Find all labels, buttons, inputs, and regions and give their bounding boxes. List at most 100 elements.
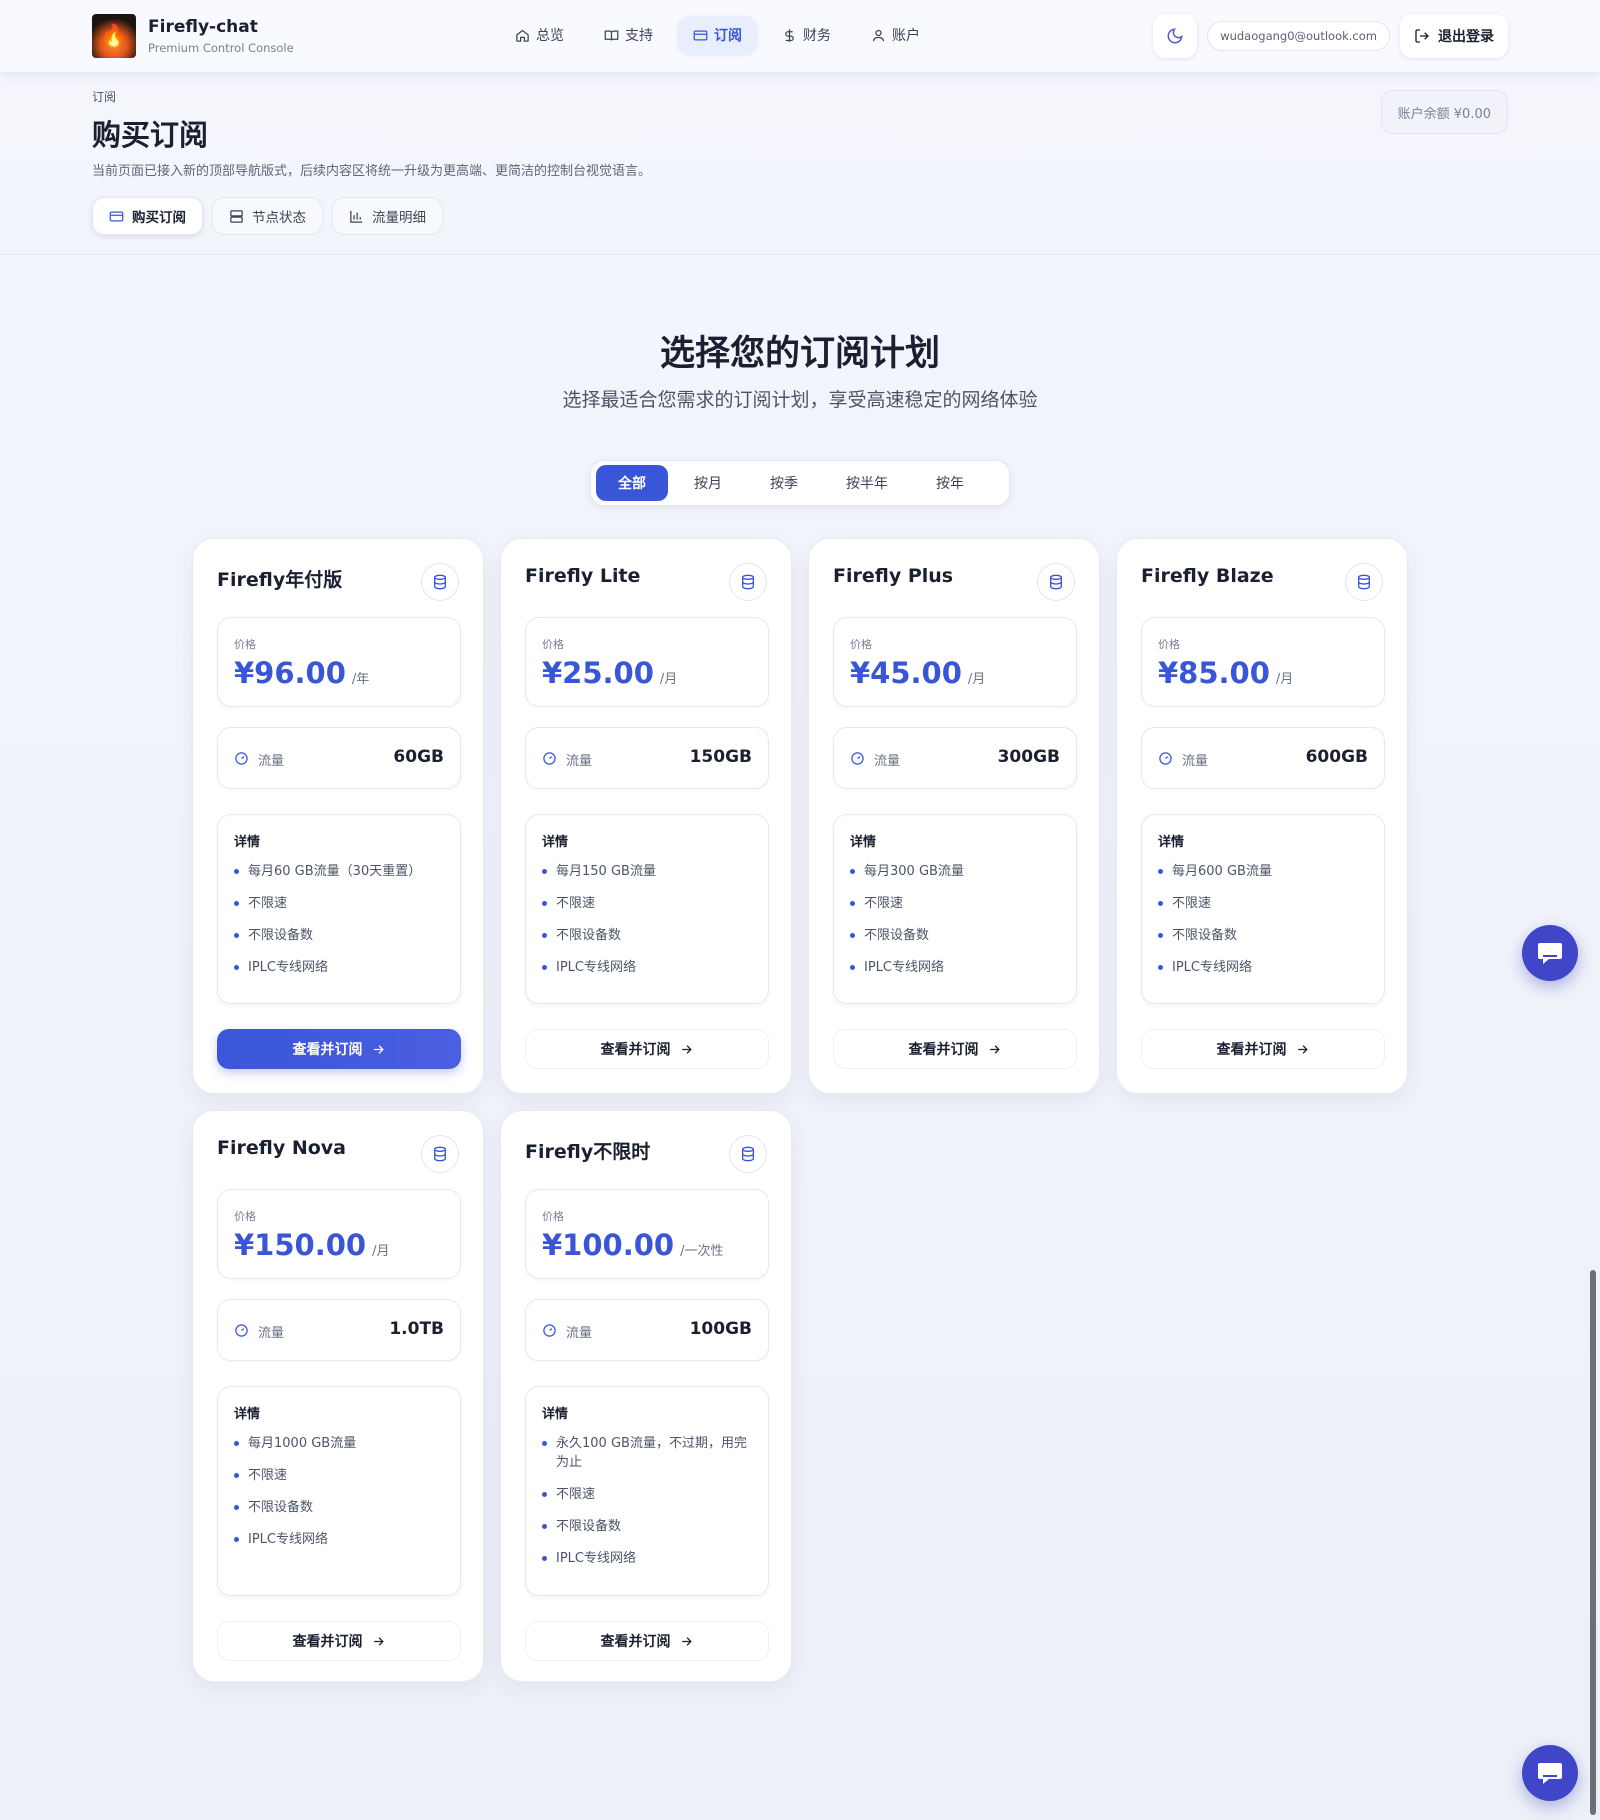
- traffic-box: 流量 300GB: [833, 727, 1077, 789]
- plan-feature-item: IPLC专线网络: [542, 958, 752, 977]
- subtab-label: 流量明细: [372, 210, 426, 226]
- account-balance: 账户余额 ¥0.00: [1380, 90, 1508, 134]
- page-scrollbar[interactable]: [1590, 1270, 1596, 1815]
- card-icon: [109, 211, 124, 221]
- details-title: 详情: [542, 835, 569, 850]
- dollar-icon: [785, 28, 794, 42]
- gauge-icon: [543, 1324, 556, 1337]
- plans-subtitle: 选择最适合您需求的订阅计划，享受高速稳定的网络体验: [562, 389, 1038, 411]
- plan-price-unit: /年: [351, 672, 370, 687]
- plan-card: Firefly年付版 价格 ¥96.00 /年 流量 60GB 详情 每月60 …: [192, 538, 484, 1094]
- period-tab-quarterly[interactable]: 按季: [748, 465, 820, 501]
- nav-item-label: 订阅: [714, 28, 742, 44]
- nav-item-subscription[interactable]: 订阅: [678, 16, 757, 54]
- nav-item-label: 财务: [803, 28, 831, 44]
- plan-details: 详情 每月1000 GB流量 不限速 不限设备数 IPLC专线网络: [217, 1386, 461, 1596]
- price-box: 价格 ¥45.00 /月: [833, 617, 1077, 707]
- view-subscribe-button[interactable]: 查看并订阅: [525, 1621, 769, 1661]
- plan-feature-item: 每月60 GB流量（30天重置）: [234, 862, 444, 881]
- arrow-right-icon: [1297, 1044, 1308, 1054]
- plan-traffic: 1.0TB: [389, 1319, 444, 1339]
- card-icon: [693, 30, 708, 40]
- view-subscribe-button[interactable]: 查看并订阅: [1141, 1029, 1385, 1069]
- view-subscribe-button[interactable]: 查看并订阅: [833, 1029, 1077, 1069]
- chat-button[interactable]: [1522, 925, 1578, 981]
- brand-subtitle: Premium Control Console: [148, 41, 294, 55]
- traffic-label: 流量: [874, 754, 901, 769]
- plan-details: 详情 每月150 GB流量 不限速不限设备数 IPLC专线网络: [525, 814, 769, 1004]
- gauge-icon: [851, 752, 864, 765]
- traffic-box: 流量 1.0TB: [217, 1299, 461, 1361]
- price-box: 价格 ¥96.00 /年: [217, 617, 461, 707]
- plan-price: ¥85.00: [1158, 656, 1270, 690]
- nav-item-support[interactable]: 支持: [589, 16, 668, 54]
- arrow-right-icon: [373, 1636, 384, 1646]
- cta-label: 查看并订阅: [292, 1042, 363, 1058]
- period-tab-half-year[interactable]: 按半年: [824, 465, 910, 501]
- subtab-traffic-detail[interactable]: 流量明细: [332, 197, 443, 235]
- plan-name: Firefly Plus: [833, 565, 954, 587]
- page-header: 订阅 购买订阅 当前页面已接入新的顶部导航版式，后续内容区将统一升级为更高端、更…: [0, 72, 1600, 255]
- plan-name: Firefly不限时: [525, 1141, 651, 1163]
- plan-price: ¥150.00: [234, 1228, 367, 1262]
- plan-card: Firefly Nova 价格 ¥150.00 /月 流量 1.0TB 详情 每…: [192, 1110, 484, 1682]
- traffic-box: 流量 100GB: [525, 1299, 769, 1361]
- view-subscribe-button[interactable]: 查看并订阅: [217, 1029, 461, 1069]
- plan-details: 详情 每月60 GB流量（30天重置） 不限速 不限设备数 IPLC专线网络: [217, 814, 461, 1004]
- plan-feature-item: IPLC专线网络: [850, 958, 1060, 977]
- brand[interactable]: 🔥 Firefly-chat Premium Control Console: [92, 14, 294, 58]
- top-right-actions: wudaogang0@outlook.com 退出登录: [1153, 14, 1508, 58]
- traffic-label: 流量: [1182, 754, 1209, 769]
- theme-toggle-button[interactable]: [1153, 14, 1198, 58]
- period-tab-yearly[interactable]: 按年: [914, 465, 986, 501]
- view-subscribe-button[interactable]: 查看并订阅: [525, 1029, 769, 1069]
- traffic-box: 流量 60GB: [217, 727, 461, 789]
- subtab-buy[interactable]: 购买订阅: [92, 197, 203, 235]
- logout-label: 退出登录: [1438, 29, 1494, 45]
- plan-details: 详情 每月300 GB流量 不限速 不限设备数 IPLC专线网络: [833, 814, 1077, 1004]
- plan-name: Firefly Blaze: [1141, 565, 1274, 587]
- nav-item-label: 账户: [892, 28, 920, 44]
- nav-item-account[interactable]: 账户: [856, 16, 935, 54]
- plan-price-unit: /月: [659, 672, 678, 687]
- bar-chart-icon: [350, 210, 363, 223]
- gauge-icon: [235, 1324, 248, 1337]
- gauge-icon: [235, 752, 248, 765]
- plan-feature-item: 每月150 GB流量: [542, 862, 752, 881]
- plan-price: ¥100.00: [542, 1228, 675, 1262]
- moon-icon: [1167, 28, 1183, 44]
- plan-feature-item: 不限速: [1158, 894, 1368, 913]
- plan-feature-item: IPLC专线网络: [234, 1530, 444, 1549]
- nav-item-finance[interactable]: 财务: [767, 16, 846, 54]
- cta-label: 查看并订阅: [292, 1634, 363, 1650]
- page-description: 当前页面已接入新的顶部导航版式，后续内容区将统一升级为更高端、更简洁的控制台视觉…: [92, 164, 652, 179]
- database-icon: [729, 1135, 767, 1173]
- plan-feature-item: 不限设备数: [542, 926, 752, 945]
- chat-icon: [1538, 943, 1562, 964]
- arrow-right-icon: [681, 1636, 692, 1646]
- plan-feature-item: 不限速: [542, 894, 752, 913]
- plan-price: ¥96.00: [234, 656, 346, 690]
- details-title: 详情: [234, 835, 261, 850]
- arrow-right-icon: [681, 1044, 692, 1054]
- breadcrumb: 订阅: [92, 90, 117, 104]
- subtab-node-status[interactable]: 节点状态: [212, 197, 323, 235]
- price-box: 价格 ¥100.00 /一次性: [525, 1189, 769, 1279]
- plan-traffic: 100GB: [689, 1319, 752, 1339]
- chat-button-bottom[interactable]: [1522, 1745, 1578, 1801]
- plan-name: Firefly年付版: [217, 569, 343, 591]
- period-tab-monthly[interactable]: 按月: [672, 465, 744, 501]
- plan-card: Firefly不限时 价格 ¥100.00 /一次性 流量 100GB 详情 永…: [500, 1110, 792, 1682]
- plan-price: ¥25.00: [542, 656, 654, 690]
- subtab-label: 节点状态: [252, 210, 306, 226]
- plan-price-unit: /月: [967, 672, 986, 687]
- plan-details: 详情 永久100 GB流量，不过期，用完为止 不限速 不限设备数 IPLC专线网络: [525, 1386, 769, 1596]
- top-navbar: 🔥 Firefly-chat Premium Control Console 总…: [0, 0, 1600, 72]
- plan-feature-item: 不限设备数: [542, 1517, 752, 1536]
- view-subscribe-button[interactable]: 查看并订阅: [217, 1621, 461, 1661]
- plan-feature-item: IPLC专线网络: [234, 958, 444, 977]
- cta-label: 查看并订阅: [600, 1634, 671, 1650]
- period-tab-all[interactable]: 全部: [596, 465, 668, 501]
- nav-item-overview[interactable]: 总览: [500, 16, 579, 54]
- logout-button[interactable]: 退出登录: [1400, 14, 1508, 58]
